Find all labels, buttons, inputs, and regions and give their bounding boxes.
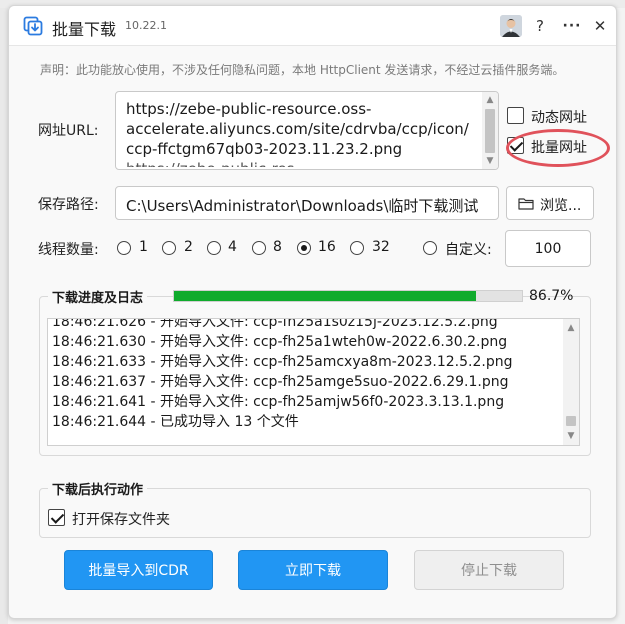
stop-download-button[interactable]: 停止下载 (414, 550, 564, 590)
thread-option-label: 16 (318, 239, 336, 255)
log-line: 18:46:21.633 - 开始导入文件: ccp-fh25amcxya8m-… (52, 354, 513, 370)
download-now-button[interactable]: 立即下载 (238, 550, 388, 590)
user-avatar-icon (500, 15, 522, 37)
progress-percent: 86.7% (529, 288, 574, 304)
progress-bar-fill (174, 291, 476, 301)
thread-radio-1[interactable] (117, 241, 131, 255)
thread-radio-2[interactable] (162, 241, 176, 255)
close-button[interactable]: ✕ (589, 15, 611, 37)
thread-radio-4[interactable] (207, 241, 221, 255)
log-lines: 18:46:21.626 - 开始导入文件: ccp-fh25a1s0z15j-… (52, 318, 513, 432)
version-label: 10.22.1 (125, 19, 167, 32)
open-folder-label: 打开保存文件夹 (72, 512, 170, 528)
help-button[interactable]: ? (529, 15, 551, 37)
open-folder-checkbox[interactable] (48, 509, 65, 526)
browse-label: 浏览... (540, 198, 582, 214)
url-line: ccp-ffctgm67qb03-2023.11.23.2.png (126, 140, 403, 158)
log-line: 18:46:21.630 - 开始导入文件: ccp-fh25a1wteh0w-… (52, 334, 508, 350)
download-app-icon (23, 16, 43, 36)
thread-radio-custom[interactable] (423, 241, 437, 255)
thread-radio-32[interactable] (350, 241, 364, 255)
url-text: https://zebe-public-resource.oss- accele… (126, 99, 478, 170)
privacy-notice: 声明：此功能放心使用，不涉及任何隐私问题，本地 HttpClient 发送请求，… (40, 63, 565, 77)
custom-threads-input[interactable]: 100 (505, 230, 591, 267)
batch-download-dialog: 批量下载 10.22.1 ? ··· ✕ 声明：此功能放心使用，不涉及任何隐私问… (8, 5, 617, 619)
thread-option-label: 8 (273, 239, 282, 255)
browse-button[interactable]: 浏览... (506, 186, 594, 220)
url-textarea[interactable]: https://zebe-public-resource.oss- accele… (115, 91, 499, 170)
url-line: accelerate.aliyuncs.com/site/cdrvba/ccp/… (126, 120, 469, 138)
url-label: 网址URL: (38, 123, 99, 139)
save-path-label: 保存路径: (38, 197, 99, 213)
save-path-input[interactable]: C:\Users\Administrator\Downloads\临时下载测试 (115, 186, 499, 220)
scroll-thumb[interactable] (566, 416, 576, 426)
after-group-title: 下载后执行动作 (48, 479, 148, 498)
scroll-thumb[interactable] (485, 109, 495, 153)
scroll-down-icon[interactable]: ▼ (485, 156, 495, 166)
thread-option-label: 1 (139, 239, 148, 255)
custom-threads-value: 100 (534, 241, 562, 257)
scroll-down-icon[interactable]: ▼ (566, 431, 576, 441)
log-panel[interactable]: 18:46:21.626 - 开始导入文件: ccp-fh25a1s0z15j-… (47, 318, 580, 446)
dynamic-url-checkbox[interactable] (507, 107, 524, 124)
thread-radio-8[interactable] (252, 241, 266, 255)
log-line: 18:46:21.637 - 开始导入文件: ccp-fh25amge5suo-… (52, 374, 509, 390)
thread-radio-16[interactable] (297, 241, 311, 255)
log-line: 18:46:21.641 - 开始导入文件: ccp-fh25amjw56f0-… (52, 394, 505, 410)
user-avatar[interactable] (500, 15, 522, 37)
threads-label: 线程数量: (38, 242, 99, 258)
scroll-up-icon[interactable]: ▲ (566, 323, 576, 333)
background-window-edge (0, 0, 8, 624)
progress-group-title: 下载进度及日志 (48, 287, 148, 306)
thread-option-label: 4 (228, 239, 237, 255)
folder-icon (518, 198, 534, 210)
thread-option-label: 32 (372, 239, 390, 255)
scroll-up-icon[interactable]: ▲ (485, 95, 495, 105)
title-bar[interactable]: 批量下载 10.22.1 ? ··· ✕ (9, 6, 616, 46)
log-scrollbar[interactable]: ▲ ▼ (563, 319, 579, 445)
window-title: 批量下载 (52, 20, 117, 39)
import-to-cdr-button[interactable]: 批量导入到CDR (64, 550, 213, 590)
save-path-value: C:\Users\Administrator\Downloads\临时下载测试 (126, 197, 479, 215)
url-scrollbar[interactable]: ▲ ▼ (482, 92, 498, 169)
thread-option-label: 2 (184, 239, 193, 255)
log-line: 18:46:21.626 - 开始导入文件: ccp-fh25a1s0z15j-… (52, 318, 498, 330)
custom-threads-label: 自定义: (445, 242, 492, 258)
dynamic-url-label: 动态网址 (531, 110, 587, 126)
log-line: 18:46:21.644 - 已成功导入 13 个文件 (52, 414, 299, 430)
url-line: https://zebe-public-resource.oss- (126, 100, 372, 118)
progress-bar (173, 290, 523, 302)
highlight-circle (506, 129, 610, 167)
more-options-button[interactable]: ··· (561, 15, 583, 37)
url-line-partial: https://zebe-public-res (126, 160, 295, 170)
